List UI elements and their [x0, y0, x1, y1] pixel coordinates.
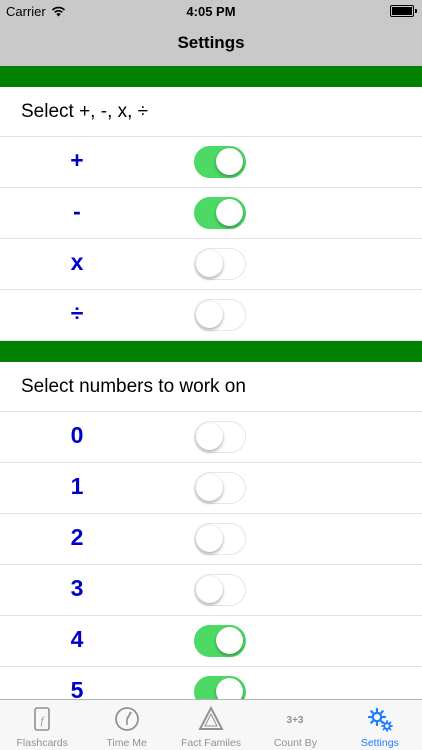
- top-bar: Carrier 4:05 PM Settings: [0, 0, 422, 66]
- operations-section-header: Select +, -, x, ÷: [0, 87, 422, 137]
- status-bar: Carrier 4:05 PM: [0, 0, 422, 22]
- number-1-toggle[interactable]: [194, 472, 246, 504]
- tab-bar: f Flashcards Time Me Fact Familes 3+3 Co…: [0, 699, 422, 750]
- operation-row-minus: -: [0, 188, 422, 239]
- divide-toggle[interactable]: [194, 299, 246, 331]
- toggle-knob: [196, 474, 223, 501]
- count-by-icon: 3+3: [287, 715, 304, 726]
- number-label: 4: [70, 626, 84, 652]
- number-label: 3: [70, 575, 84, 601]
- operation-label: x: [70, 249, 84, 275]
- section-divider-operations: [0, 66, 422, 87]
- triangle-icon: [198, 705, 224, 730]
- plus-toggle[interactable]: [194, 146, 246, 178]
- operation-row-divide: ÷: [0, 290, 422, 341]
- tab-label: Settings: [360, 737, 399, 749]
- operation-label: +: [70, 147, 84, 173]
- section-divider-numbers: [0, 341, 422, 362]
- flashcard-icon: f: [34, 707, 51, 731]
- number-label: 2: [70, 524, 84, 550]
- tab-count-by[interactable]: 3+3 Count By: [253, 700, 337, 750]
- operation-row-plus: +: [0, 137, 422, 188]
- number-row-3: 3: [0, 565, 422, 616]
- tab-label: Flashcards: [16, 737, 68, 749]
- toggle-knob: [196, 525, 223, 552]
- toggle-knob: [196, 250, 223, 277]
- tab-settings[interactable]: Settings: [338, 700, 422, 750]
- number-row-0: 0: [0, 412, 422, 463]
- numbers-header-label: Select numbers to work on: [21, 376, 246, 397]
- battery-icon: [390, 5, 417, 17]
- status-time: 4:05 PM: [186, 4, 236, 19]
- number-4-toggle[interactable]: [194, 625, 246, 657]
- number-label: 0: [70, 422, 84, 448]
- tab-flashcards[interactable]: f Flashcards: [0, 700, 84, 750]
- toggle-knob: [216, 148, 243, 175]
- minus-toggle[interactable]: [194, 197, 246, 229]
- operation-row-multiply: x: [0, 239, 422, 290]
- number-row-2: 2: [0, 514, 422, 565]
- number-label: 1: [70, 473, 84, 499]
- toggle-knob: [216, 627, 243, 654]
- number-3-toggle[interactable]: [194, 574, 246, 606]
- operation-label: -: [73, 198, 81, 224]
- toggle-knob: [216, 199, 243, 226]
- number-2-toggle[interactable]: [194, 523, 246, 555]
- page-title: Settings: [177, 33, 245, 52]
- multiply-toggle[interactable]: [194, 248, 246, 280]
- tab-label: Time Me: [106, 737, 147, 749]
- svg-text:f: f: [41, 715, 46, 727]
- number-0-toggle[interactable]: [194, 421, 246, 453]
- count-by-icon-text: 3+3: [287, 715, 304, 726]
- tab-label: Fact Familes: [180, 737, 242, 749]
- tab-time-me[interactable]: Time Me: [84, 700, 168, 750]
- toggle-knob: [196, 576, 223, 603]
- operations-header-label: Select +, -, x, ÷: [21, 101, 149, 122]
- toggle-knob: [196, 301, 223, 328]
- number-row-4: 4: [0, 616, 422, 667]
- stopwatch-icon: [114, 707, 139, 731]
- gears-icon: [367, 707, 393, 732]
- toggle-knob: [196, 423, 223, 450]
- number-row-1: 1: [0, 463, 422, 514]
- tab-fact-families[interactable]: Fact Familes: [169, 700, 253, 750]
- operation-label: ÷: [70, 300, 84, 326]
- tab-label: Count By: [273, 737, 318, 749]
- numbers-section-header: Select numbers to work on: [0, 362, 422, 412]
